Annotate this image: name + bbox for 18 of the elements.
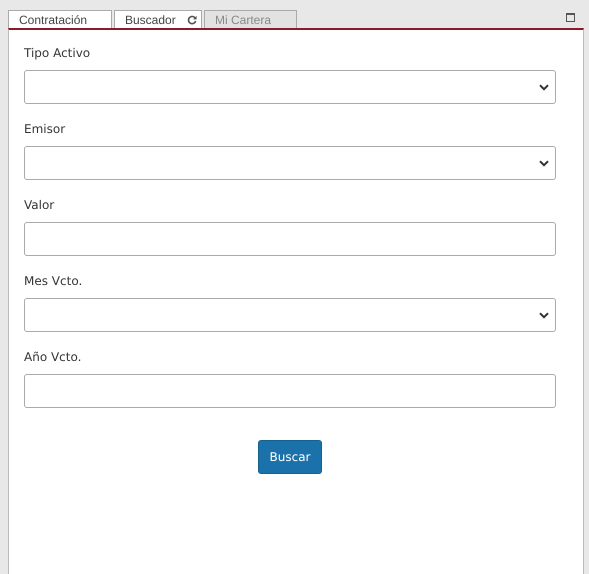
field-label: Tipo Activo	[24, 46, 92, 61]
chevron-down-icon	[539, 160, 549, 167]
field-label: Valor	[24, 198, 56, 213]
chevron-down-icon	[539, 84, 549, 91]
field-label: Mes Vcto.	[24, 274, 84, 289]
search-button[interactable]: Buscar	[258, 440, 322, 474]
field-label: Año Vcto.	[24, 350, 82, 365]
input-field[interactable]	[24, 222, 556, 256]
maximize-icon[interactable]	[566, 13, 575, 22]
field-label: Emisor	[24, 122, 66, 137]
input-field[interactable]	[24, 374, 556, 408]
tab[interactable]: Contratación	[8, 10, 112, 28]
select-field[interactable]	[24, 70, 556, 104]
refresh-icon[interactable]	[187, 14, 197, 24]
chevron-down-icon	[539, 312, 549, 319]
select-field[interactable]	[24, 298, 556, 332]
tab[interactable]: Buscador	[114, 10, 202, 28]
select-field[interactable]	[24, 146, 556, 180]
